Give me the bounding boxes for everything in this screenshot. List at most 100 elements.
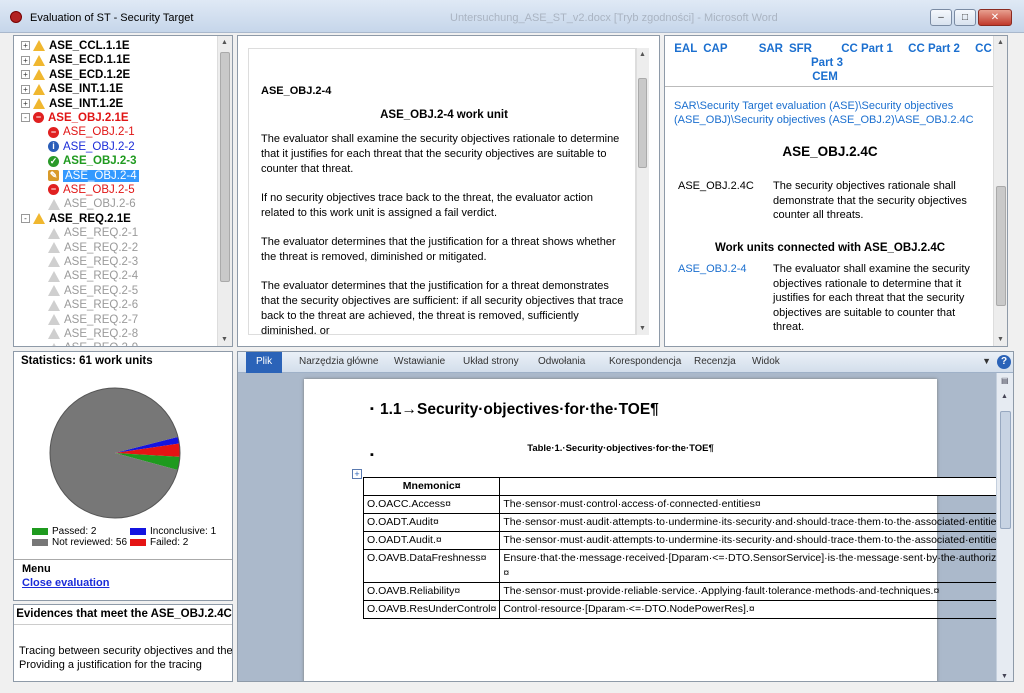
tree-item[interactable]: ASE_REQ.2-8 [48,327,138,341]
scroll-down-arrow-icon[interactable]: ▼ [639,325,646,332]
document-scroll-thumb[interactable] [1000,411,1011,529]
expand-icon[interactable]: + [21,99,30,109]
table-row: O.OADT.Audit.¤ The·sensor·must·audit·atte… [362,531,1013,550]
ruler-toggle-icon[interactable]: ▤ [1001,376,1009,385]
legend-inconclusive: Inconclusive: 1 [130,526,216,537]
maximize-button[interactable]: □ [954,9,976,26]
table-row: O.OACC.Access¤ The·sensor·must·control·ac… [362,495,1013,514]
evidences-title: Evidences that meet the ASE_OBJ.2.4C [14,607,232,625]
evidence-item[interactable]: Providing a justification for the tracin… [19,659,232,673]
tab-korespondencja[interactable]: Korespondencja [609,356,681,367]
minimize-button[interactable]: – [930,9,952,26]
work-unit-content: ASE_OBJ.2-4 ASE_OBJ.2-4 work unit The ev… [248,48,636,335]
tab-narzedzia-glowne[interactable]: Narzędzia główne [299,356,379,367]
cc-scroll-thumb[interactable] [996,186,1006,306]
nav-link-cap[interactable]: CAP [703,43,727,55]
scroll-down-arrow-icon[interactable]: ▼ [1001,673,1008,680]
table-header-row: Mnemonic¤ Description¤ [362,477,1013,496]
document-scrollbar[interactable]: ▤ ▲ ▼ [996,373,1013,681]
tree-item[interactable]: + ASE_INT.1.1E [21,82,123,96]
ribbon-collapse-icon[interactable]: ▼ [982,356,991,366]
tab-wstawianie[interactable]: Wstawianie [394,356,445,367]
tab-odwolania[interactable]: Odwołania [538,356,585,367]
tree-item-label: ASE_CCL.1.1E [49,40,130,52]
work-unit-scrollbar[interactable]: ▲ ▼ [636,48,649,335]
tree-item-label: ASE_REQ.2-7 [64,313,139,326]
warning-grey-icon [48,285,60,297]
nav-link-cem[interactable]: CEM [812,71,838,83]
nav-link-sar[interactable]: SAR [759,43,783,55]
scroll-up-arrow-icon[interactable]: ▲ [1001,393,1008,400]
collapse-icon[interactable]: - [21,113,30,123]
tree-item-label: ASE_INT.1.1E [49,83,124,96]
tree-item[interactable]: − ASE_OBJ.2-1 [48,125,135,139]
tree-item[interactable]: + ASE_ECD.1.2E [21,68,130,82]
expand-icon[interactable]: + [21,41,30,51]
nav-link-eal[interactable]: EAL [674,43,697,55]
legend-failed-label: Failed: 2 [150,537,189,548]
tree-item[interactable]: ASE_REQ.2-3 [48,255,138,269]
help-icon[interactable]: ? [997,355,1011,369]
work-unit-link[interactable]: ASE_OBJ.2-4 [678,262,768,277]
tab-recenzja[interactable]: Recenzja [694,356,736,367]
tree-scrollbar[interactable]: ▲ ▼ [217,36,232,346]
tree-item[interactable]: - − ASE_OBJ.2.1E [21,111,129,125]
nav-link-cc-part-3[interactable]: CC Part 3 [811,43,992,69]
tree-item[interactable]: ASE_REQ.2-1 [48,226,138,240]
document-heading: 1.1→Security·objectives·for·the·TOE¶ [380,401,659,418]
expand-icon[interactable]: + [21,55,30,65]
statistics-pie-chart [49,387,181,519]
tree-item[interactable]: ASE_REQ.2-5 [48,284,138,298]
work-unit-scroll-thumb[interactable] [638,78,647,168]
scroll-down-arrow-icon[interactable]: ▼ [997,336,1004,343]
tree-item[interactable]: - ASE_REQ.2.1E [21,212,131,226]
tree-item-label: ASE_REQ.2-3 [64,256,139,268]
tree-item[interactable]: ASE_REQ.2-6 [48,298,138,312]
description-cell: The·sensor·must·provide·reliable·service… [499,582,1013,601]
mnemonic-cell: O.OADT.Audit.¤ [362,531,501,550]
legend-passed-label: Passed: 2 [52,526,97,537]
work-unit-tree[interactable]: ▲ ▼ + ASE_CCL.1.1E + ASE_ECD.1.1E + ASE_ECD.1… [13,35,233,347]
tree-item[interactable]: ASE_REQ.2-4 [48,269,138,283]
scroll-down-arrow-icon[interactable]: ▼ [221,336,228,343]
collapse-icon[interactable]: - [21,214,30,224]
tree-item[interactable]: + ASE_CCL.1.1E [21,39,130,53]
expand-icon[interactable]: + [21,84,30,94]
objectives-table: Mnemonic¤ Description¤ O.OACC.Access¤The… [362,477,1013,619]
work-unit-description: The evaluator shall examine the security… [773,263,970,333]
legend-inconclusive-label: Inconclusive: 1 [150,526,217,537]
close-evaluation-link[interactable]: Close evaluation [22,577,109,589]
legend-swatch-failed [130,538,146,546]
tree-item[interactable]: ✎ ASE_OBJ.2-4 [48,169,139,183]
nav-link-sfr[interactable]: SFR [789,43,812,55]
tree-item[interactable]: i ASE_OBJ.2-2 [48,140,135,154]
cc-breadcrumb-path[interactable]: SAR\Security Target evaluation (ASE)\Sec… [674,99,974,127]
tree-item[interactable]: − ASE_OBJ.2-5 [48,183,135,197]
close-window-button[interactable]: ✕ [978,9,1012,26]
tree-item[interactable]: + ASE_INT.1.2E [21,97,123,111]
tab-widok[interactable]: Widok [752,356,780,367]
warning-grey-icon [48,342,60,346]
expand-icon[interactable]: + [21,70,30,80]
table-move-handle-icon[interactable]: + [352,469,362,479]
info-icon: i [48,141,59,153]
tree-item[interactable]: ASE_REQ.2-9 [48,341,138,346]
nav-link-cc-part-2[interactable]: CC Part 2 [908,43,960,55]
scroll-up-arrow-icon[interactable]: ▲ [997,39,1004,46]
tree-item[interactable]: ASE_OBJ.2-6 [48,197,136,211]
tree-scroll-thumb[interactable] [220,52,230,282]
tree-item[interactable]: ASE_REQ.2-7 [48,313,138,327]
tree-item[interactable]: ✓ ASE_OBJ.2-3 [48,154,137,168]
tree-item[interactable]: ASE_REQ.2-2 [48,241,138,255]
tab-plik[interactable]: Plik [246,352,283,373]
tree-item[interactable]: + ASE_ECD.1.1E [21,53,130,67]
evidence-item[interactable]: Tracing between security objectives and … [19,645,232,659]
cc-scrollbar[interactable]: ▲ ▼ [993,36,1007,346]
table-row: O.OAVB.ResUnderControl¤ Control·resource·… [362,600,1013,619]
nav-link-cc-part-1[interactable]: CC Part 1 [841,43,893,55]
cc-element-id: ASE_OBJ.2.4C [678,180,754,192]
legend-swatch-inconclusive [130,527,146,535]
tab-uklad-strony[interactable]: Układ strony [463,356,519,367]
scroll-up-arrow-icon[interactable]: ▲ [639,51,646,58]
scroll-up-arrow-icon[interactable]: ▲ [221,39,228,46]
